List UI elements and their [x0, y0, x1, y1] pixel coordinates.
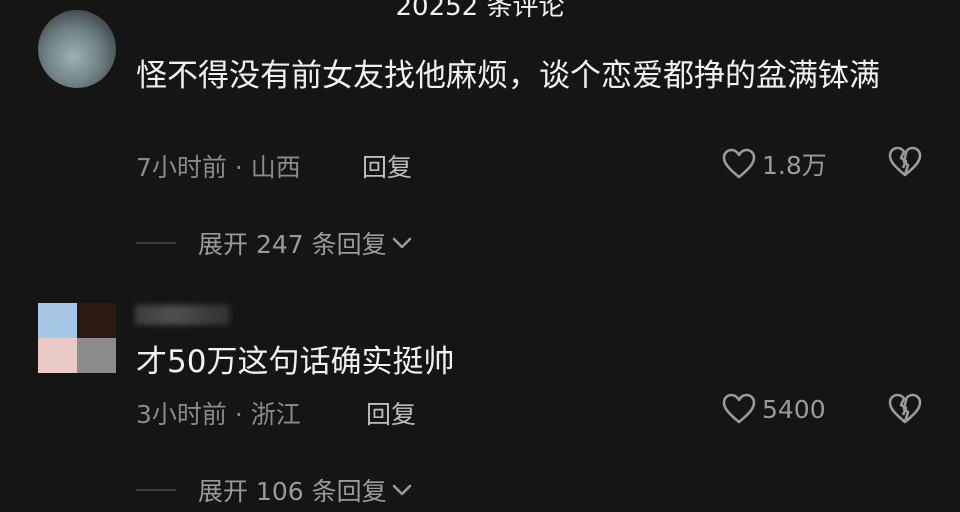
divider-line [136, 242, 176, 244]
like-button[interactable]: 5400 [722, 393, 826, 425]
comment-location: 浙江 [250, 400, 301, 429]
like-count: 5400 [762, 394, 826, 424]
avatar-tile [77, 338, 116, 373]
like-button[interactable]: 1.8万 [722, 146, 827, 182]
reply-button[interactable]: 回复 [366, 395, 416, 431]
avatar[interactable] [38, 10, 116, 88]
avatar[interactable] [38, 303, 116, 373]
comment-time: 7小时前 [136, 153, 227, 182]
comment-time: 3小时前 [136, 400, 227, 429]
meta-separator: · [226, 400, 251, 429]
reply-button[interactable]: 回复 [362, 148, 412, 184]
divider-line [136, 489, 176, 491]
heart-outline-icon [722, 148, 756, 179]
avatar-tile [38, 303, 77, 338]
dislike-button[interactable] [888, 393, 922, 429]
broken-heart-icon [888, 146, 922, 177]
expand-replies-button[interactable]: 展开 106 条回复 [198, 472, 387, 508]
expand-replies-button[interactable]: 展开 247 条回复 [198, 225, 387, 261]
username-blurred [135, 305, 230, 325]
comment-location: 山西 [250, 153, 301, 182]
chevron-down-icon[interactable] [391, 236, 413, 250]
like-count: 1.8万 [762, 151, 827, 180]
expand-replies: 展开 247 条回复 [136, 225, 413, 261]
comment-count-title: 20252 条评论 [395, 0, 565, 22]
broken-heart-icon [888, 393, 922, 424]
comment-text: 怪不得没有前女友找他麻烦，谈个恋爱都挣的盆满钵满 [136, 58, 880, 94]
avatar-tile [77, 303, 116, 338]
comment-meta: 7小时前 · 山西 [136, 148, 301, 184]
meta-separator: · [226, 153, 251, 182]
heart-outline-icon [722, 393, 756, 424]
chevron-down-icon[interactable] [391, 483, 413, 497]
comment-text: 才50万这句话确实挺帅 [136, 344, 455, 380]
dislike-button[interactable] [888, 146, 922, 182]
comment-meta: 3小时前 · 浙江 [136, 395, 301, 431]
avatar-tile [38, 338, 77, 373]
expand-replies: 展开 106 条回复 [136, 472, 413, 508]
